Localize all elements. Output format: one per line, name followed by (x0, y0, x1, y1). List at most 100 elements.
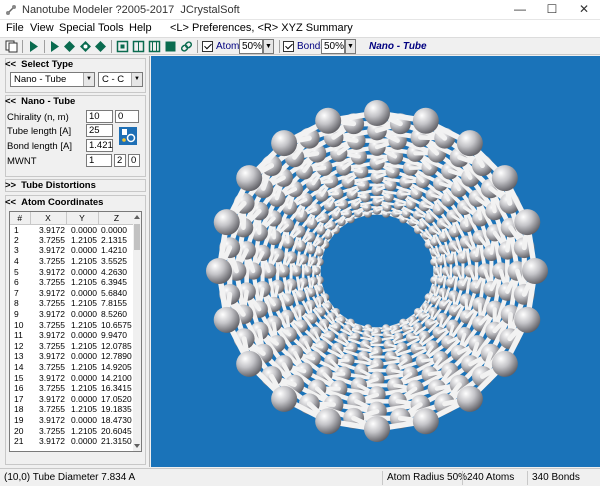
table-row[interactable]: 10 3.7255 1.2105 10.6575 (10, 319, 135, 330)
atom (412, 408, 439, 435)
menu-file[interactable]: File (6, 22, 24, 34)
nanotube-build-icon[interactable] (119, 127, 137, 145)
nanotube-header[interactable]: << Nano - Tube (5, 96, 145, 109)
table-row[interactable]: 19 3.9172 0.0000 18.4730 (10, 415, 135, 426)
rotate-left-icon[interactable] (79, 40, 92, 53)
table-row[interactable]: 18 3.7255 1.2105 19.1835 (10, 404, 135, 415)
bond-length-field[interactable]: 1.421 (86, 139, 113, 152)
rotate-right-icon[interactable] (94, 40, 107, 53)
maximize-button[interactable]: ☐ (536, 0, 568, 20)
atom (491, 165, 518, 192)
tube-length-field[interactable]: 25 (86, 124, 113, 137)
table-row[interactable]: 16 3.7255 1.2105 16.3415 (10, 383, 135, 394)
nanotube-render[interactable] (151, 56, 600, 467)
table-row[interactable]: 17 3.9172 0.0000 17.0520 (10, 394, 135, 405)
chevron-down-icon: ▼ (83, 73, 94, 86)
atom-y-cell: 0.0000 (71, 309, 97, 320)
mwnt-field-2[interactable]: 2 (114, 154, 126, 167)
table-row[interactable]: 21 3.9172 0.0000 21.3150 (10, 436, 135, 447)
atom-y-cell: 1.2105 (71, 340, 97, 351)
molecule-viewport[interactable] (151, 56, 600, 467)
atom-index-cell: 14 (14, 362, 24, 373)
column-header-z[interactable]: Z (98, 212, 136, 225)
chirality-n-field[interactable]: 10 (86, 110, 113, 123)
table-row[interactable]: 1 3.9172 0.0000 0.0000 (10, 224, 135, 235)
menu-tools[interactable]: Tools (98, 22, 124, 34)
play-icon[interactable] (27, 40, 40, 53)
table-row[interactable]: 7 3.9172 0.0000 5.6840 (10, 288, 135, 299)
atom-coordinates-table[interactable]: # X Y Z 1 3.9172 0.0000 0.0000 2 3.7255 1.2105… (9, 211, 142, 452)
table-row[interactable]: 2 3.7255 1.2105 2.1315 (10, 235, 135, 246)
table-row[interactable]: 9 3.9172 0.0000 8.5260 (10, 309, 135, 320)
select-type-header[interactable]: << Select Type (5, 59, 145, 72)
atom-x-cell: 3.9172 (39, 351, 65, 362)
atom-index-cell: 11 (14, 330, 23, 341)
tube-distortions-header[interactable]: >> Tube Distortions (5, 180, 145, 193)
table-row[interactable]: 6 3.7255 1.2105 6.3945 (10, 277, 135, 288)
chirality-m-field[interactable]: 0 (115, 110, 139, 123)
table-row[interactable]: 8 3.7255 1.2105 7.8155 (10, 298, 135, 309)
atom (456, 130, 483, 157)
column-header-index[interactable]: # (10, 212, 31, 225)
minimize-button[interactable]: — (504, 0, 536, 20)
bond-type-select[interactable]: C - C ▼ (98, 72, 143, 87)
column-header-x[interactable]: X (30, 212, 67, 225)
menu-help[interactable]: Help (129, 22, 152, 34)
atom-coordinates-header[interactable]: << Atom Coordinates (5, 197, 145, 210)
menu-view[interactable]: View (30, 22, 54, 34)
atom-y-cell: 0.0000 (71, 245, 97, 256)
status-bar: (10,0) Tube Diameter 7.834 A Atom Radius… (0, 468, 600, 486)
copy-icon[interactable] (5, 40, 18, 53)
atom (364, 100, 390, 126)
scrollbar-thumb[interactable] (134, 224, 140, 250)
atom-y-cell: 1.2105 (71, 277, 97, 288)
menu-special[interactable]: Special (59, 22, 95, 34)
atom-x-cell: 3.7255 (39, 340, 65, 351)
atom-z-cell: 12.7890 (101, 351, 132, 362)
bonds-checkbox[interactable] (283, 41, 294, 52)
table-row[interactable]: 14 3.7255 1.2105 14.9205 (10, 362, 135, 373)
table-scrollbar[interactable] (133, 212, 141, 451)
scroll-down-icon[interactable] (134, 443, 140, 449)
table-row[interactable]: 3 3.9172 0.0000 1.4210 (10, 245, 135, 256)
chevron-down-icon: ▼ (131, 73, 142, 86)
atom-x-cell: 3.7255 (39, 425, 65, 436)
toolbar-separator (197, 40, 198, 53)
atom-z-cell: 2.1315 (101, 234, 127, 245)
collapse-icon: << (5, 59, 17, 70)
atom-index-cell: 17 (14, 393, 24, 404)
fill-icon[interactable] (164, 40, 177, 53)
tube-length-label: Tube length [A] (7, 126, 72, 137)
table-row[interactable]: 13 3.9172 0.0000 12.7890 (10, 351, 135, 362)
table-row[interactable]: 20 3.7255 1.2105 20.6045 (10, 425, 135, 436)
atom-z-cell: 14.2100 (101, 372, 132, 383)
atom-x-cell: 3.9172 (39, 287, 65, 298)
step-icon[interactable] (48, 40, 61, 53)
table-row[interactable]: 5 3.9172 0.0000 4.2630 (10, 266, 135, 277)
scroll-up-icon[interactable] (134, 214, 140, 220)
bonds-dropdown-icon[interactable]: ▼ (345, 39, 356, 54)
box-icon[interactable] (116, 40, 129, 53)
table-row[interactable]: 15 3.9172 0.0000 14.2100 (10, 372, 135, 383)
mwnt-field-3[interactable]: 0 (128, 154, 140, 167)
table-row[interactable]: 12 3.7255 1.2105 12.0785 (10, 341, 135, 352)
atom-x-cell: 3.7255 (39, 277, 65, 288)
table-row[interactable]: 11 3.9172 0.0000 9.9470 (10, 330, 135, 341)
atoms-size-select[interactable]: 50% (239, 39, 263, 54)
table-row[interactable]: 4 3.7255 1.2105 3.5525 (10, 256, 135, 267)
column-header-y[interactable]: Y (66, 212, 99, 225)
atom-index-cell: 2 (14, 234, 19, 245)
bonds-size-select[interactable]: 50% (321, 39, 345, 54)
mwnt-field-1[interactable]: 1 (86, 154, 112, 167)
atoms-dropdown-icon[interactable]: ▼ (263, 39, 274, 54)
columns-icon[interactable] (148, 40, 161, 53)
atom-y-cell: 1.2105 (71, 425, 97, 436)
link-icon[interactable] (180, 40, 193, 53)
atom-x-cell: 3.7255 (39, 383, 65, 394)
close-button[interactable]: ✕ (568, 0, 600, 20)
diamond-icon[interactable] (63, 40, 76, 53)
atom (412, 107, 439, 134)
grid-icon[interactable] (132, 40, 145, 53)
atoms-checkbox[interactable] (202, 41, 213, 52)
type-select[interactable]: Nano - Tube ▼ (10, 72, 95, 87)
